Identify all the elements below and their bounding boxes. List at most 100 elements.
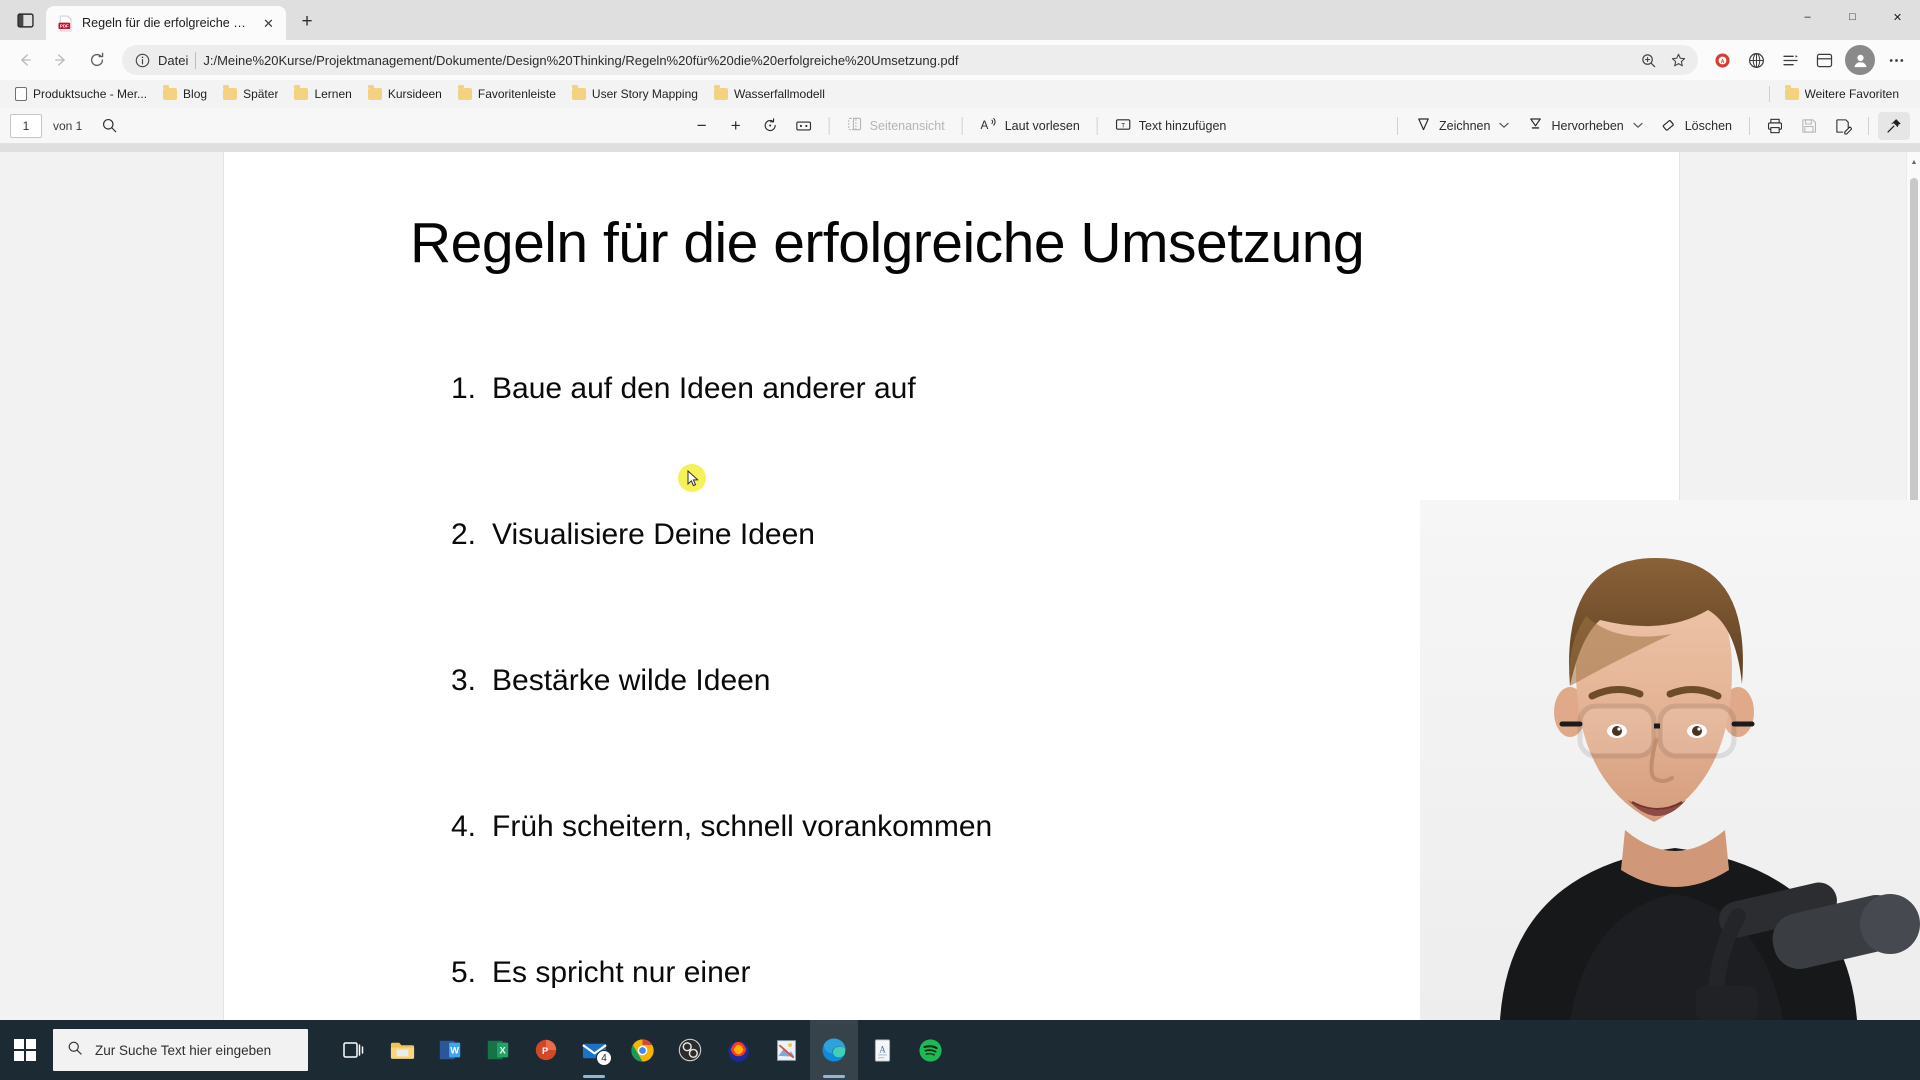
search-icon[interactable] <box>94 112 124 140</box>
bookmarks-bar: Produktsuche - Mer... Blog Später Lernen… <box>0 80 1920 108</box>
highlight-button[interactable]: Hervorheben <box>1519 112 1650 140</box>
forward-arrow-icon[interactable] <box>44 44 78 76</box>
bookmark-item[interactable]: Wasserfallmodell <box>707 84 832 104</box>
pdf-viewer[interactable]: Regeln für die erfolgreiche Umsetzung 1.… <box>0 152 1920 1020</box>
bookmark-label: User Story Mapping <box>591 87 698 101</box>
highlighter-icon <box>1527 116 1544 136</box>
taskbar-app-file-explorer[interactable] <box>378 1020 426 1080</box>
bookmark-item[interactable]: Blog <box>156 84 214 104</box>
page-total-label: von 1 <box>53 118 83 133</box>
list-item-number: 4. <box>450 810 476 843</box>
split-screen-icon[interactable] <box>1774 44 1806 76</box>
taskbar-app-obs-studio[interactable] <box>666 1020 714 1080</box>
window-controls: – □ ✕ <box>1785 0 1920 34</box>
taskbar-app-powerpoint[interactable]: P <box>522 1020 570 1080</box>
folder-icon <box>367 85 382 100</box>
list-item-number: 5. <box>450 956 476 989</box>
read-aloud-button[interactable]: A Laut vorlesen <box>972 112 1088 140</box>
taskbar-app-document-app[interactable]: A <box>858 1020 906 1080</box>
taskbar-app-word[interactable]: W <box>426 1020 474 1080</box>
add-text-label: Text hinzufügen <box>1138 118 1227 133</box>
scroll-up-arrow[interactable]: ▲ <box>1907 154 1920 170</box>
back-arrow-icon[interactable] <box>8 44 42 76</box>
chevron-down-icon[interactable] <box>1633 121 1643 131</box>
windows-taskbar: Zur Suche Text hier eingeben W X P 4 A <box>0 1020 1920 1080</box>
extensions-puzzle-icon[interactable]: A <box>1706 44 1738 76</box>
new-tab-button[interactable]: + <box>292 7 322 37</box>
url-text: J:/Meine%20Kurse/Projektmanagement/Dokum… <box>203 52 959 68</box>
navigation-bar: Datei J:/Meine%20Kurse/Projektmanagement… <box>0 40 1920 80</box>
close-window-button[interactable]: ✕ <box>1875 0 1920 34</box>
taskbar-app-photo-editor[interactable] <box>762 1020 810 1080</box>
bookmark-item[interactable]: Später <box>216 84 285 104</box>
tab-sidebar-icon[interactable] <box>8 3 42 37</box>
taskbar-app-spotify[interactable] <box>906 1020 954 1080</box>
windows-start-icon[interactable] <box>0 1020 50 1080</box>
draw-pen-icon <box>1415 116 1432 136</box>
chevron-down-icon[interactable] <box>1499 121 1510 131</box>
page-view-label: Seitenansicht <box>869 118 945 133</box>
favorite-star-icon[interactable] <box>1664 47 1692 73</box>
svg-text:X: X <box>500 1045 507 1055</box>
draw-label: Zeichnen <box>1439 118 1491 133</box>
zoom-out-button[interactable]: − <box>686 112 718 140</box>
erase-button[interactable]: Löschen <box>1653 112 1740 140</box>
svg-text:P: P <box>542 1046 548 1056</box>
profile-avatar-icon[interactable] <box>1845 45 1875 75</box>
settings-ellipsis-icon[interactable] <box>1880 44 1912 76</box>
svg-text:W: W <box>450 1045 459 1055</box>
close-icon[interactable]: ✕ <box>259 14 278 33</box>
list-item-text: Visualisiere Deine Ideen <box>492 518 815 551</box>
task-view-icon[interactable] <box>330 1020 378 1080</box>
folder-icon <box>163 85 178 100</box>
page-icon <box>15 87 27 101</box>
draw-button[interactable]: Zeichnen <box>1407 112 1517 140</box>
bookmark-item[interactable]: Lernen <box>287 84 358 104</box>
divider <box>828 116 830 135</box>
taskbar-app-chrome[interactable] <box>618 1020 666 1080</box>
pin-icon[interactable] <box>1878 111 1910 140</box>
taskbar-app-firefox[interactable] <box>714 1020 762 1080</box>
bookmark-item[interactable]: Favoritenleiste <box>451 84 563 104</box>
divider <box>961 116 963 135</box>
search-icon <box>67 1040 83 1061</box>
info-circle-icon[interactable] <box>134 52 151 69</box>
divider <box>1749 116 1750 135</box>
read-aloud-label: Laut vorlesen <box>1004 118 1080 133</box>
page-number-input[interactable]: 1 <box>10 113 42 138</box>
pdf-toolbar-right: Zeichnen Hervorheben Löschen <box>1390 111 1910 140</box>
fit-page-icon[interactable] <box>788 112 820 140</box>
more-favorites-button[interactable]: Weitere Favoriten <box>1778 84 1906 104</box>
browser-window: PDF Regeln für die erfolgreiche Umse ✕ +… <box>0 0 1920 1020</box>
bookmark-label: Lernen <box>314 87 352 101</box>
divider <box>195 51 197 69</box>
zoom-in-button[interactable]: + <box>720 112 752 140</box>
save-icon[interactable] <box>1793 112 1825 140</box>
page-view-button[interactable]: Seitenansicht <box>839 112 953 140</box>
maximize-button[interactable]: □ <box>1830 0 1875 34</box>
add-text-button[interactable]: T Text hinzufügen <box>1107 112 1235 140</box>
taskbar-app-microsoft-edge[interactable] <box>810 1020 858 1080</box>
bookmark-item[interactable]: Kursideen <box>361 84 449 104</box>
bookmark-item[interactable]: Produktsuche - Mer... <box>8 84 154 104</box>
taskbar-app-excel[interactable]: X <box>474 1020 522 1080</box>
taskbar-app-mail[interactable]: 4 <box>570 1020 618 1080</box>
reload-icon[interactable] <box>80 44 114 76</box>
list-item-number: 3. <box>450 664 476 697</box>
collections-icon[interactable] <box>1740 44 1772 76</box>
list-item-text: Baue auf den Ideen anderer auf <box>492 372 916 405</box>
taskbar-search-input[interactable]: Zur Suche Text hier eingeben <box>53 1029 308 1071</box>
bookmark-item[interactable]: User Story Mapping <box>565 84 705 104</box>
save-as-icon[interactable] <box>1827 112 1859 140</box>
address-bar[interactable]: Datei J:/Meine%20Kurse/Projektmanagement… <box>122 45 1698 75</box>
favorites-bar-icon[interactable] <box>1808 44 1840 76</box>
print-icon[interactable] <box>1759 112 1791 140</box>
divider <box>1397 116 1399 135</box>
browser-tab[interactable]: PDF Regeln für die erfolgreiche Umse ✕ <box>46 6 286 40</box>
list-item: 1. Baue auf den Ideen anderer auf <box>442 372 1642 518</box>
minimize-button[interactable]: – <box>1785 0 1830 34</box>
list-item-number: 1. <box>450 372 476 405</box>
bookmark-label: Blog <box>183 87 208 101</box>
zoom-magnifier-icon[interactable] <box>1634 47 1662 73</box>
rotate-icon[interactable] <box>754 112 786 140</box>
